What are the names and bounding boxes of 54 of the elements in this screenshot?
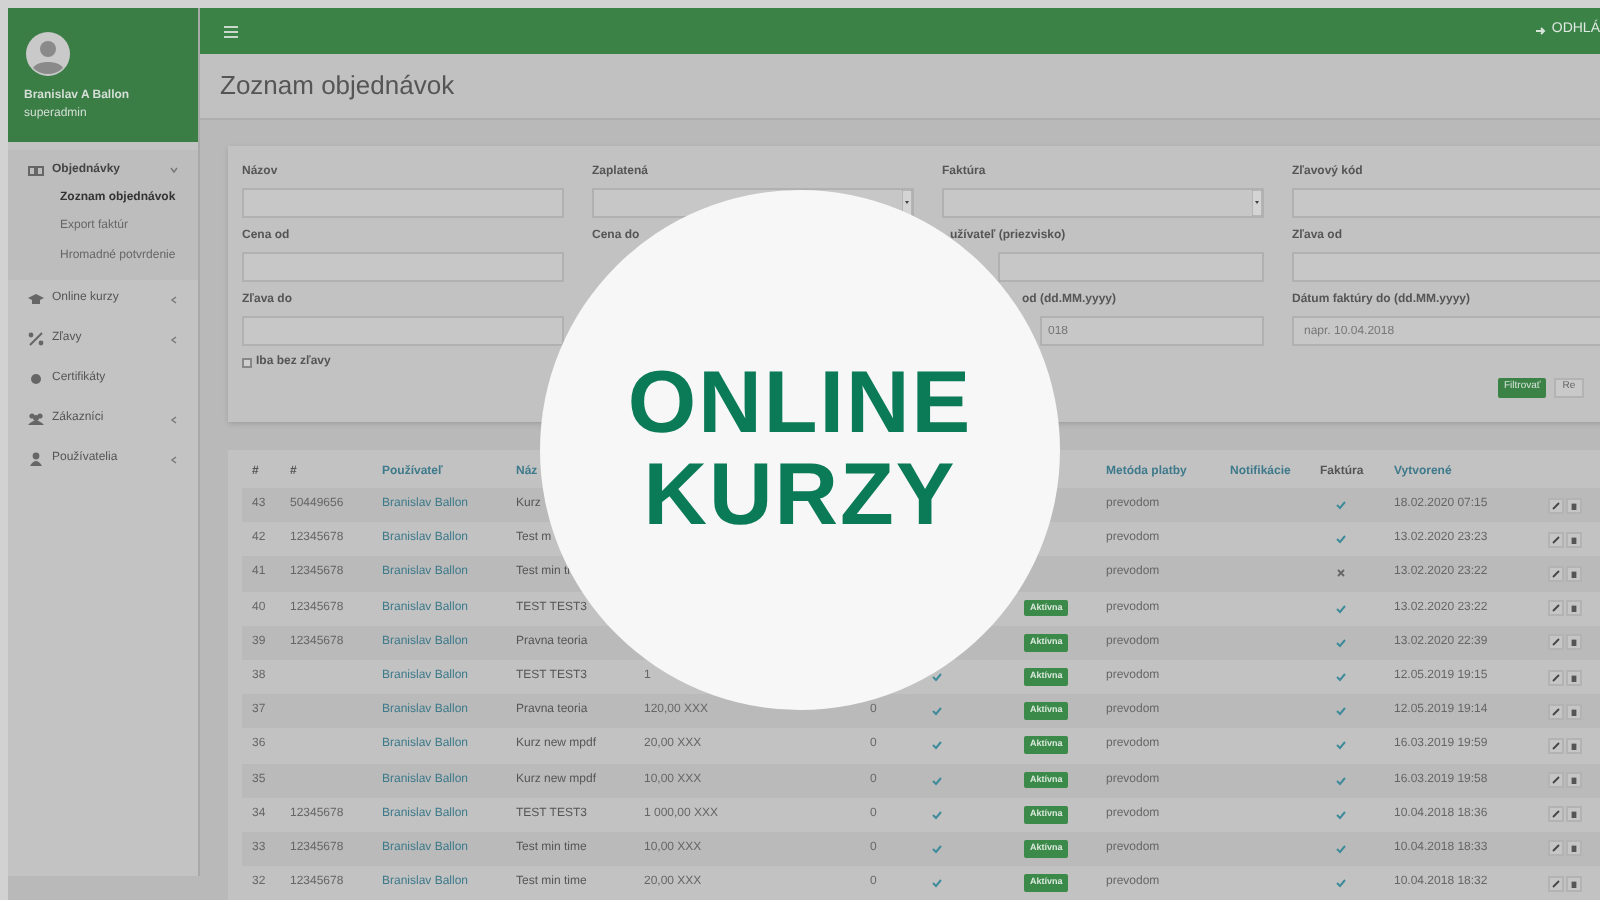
trash-icon	[1570, 638, 1578, 647]
edit-button[interactable]	[1548, 634, 1564, 651]
trash-icon	[1570, 535, 1578, 544]
trash-icon	[1570, 707, 1578, 716]
checkbox[interactable]	[242, 358, 252, 368]
pencil-icon	[1552, 638, 1560, 647]
trash-icon	[1570, 879, 1578, 888]
edit-button[interactable]	[1548, 565, 1564, 582]
pencil-icon	[1552, 879, 1560, 888]
trash-icon	[1570, 844, 1578, 853]
trash-icon	[1570, 501, 1578, 510]
trash-icon	[1570, 810, 1578, 819]
pencil-icon	[1552, 776, 1560, 785]
pencil-icon	[1552, 844, 1560, 853]
edit-button[interactable]	[1548, 531, 1564, 548]
avatar-icon	[26, 32, 70, 76]
pencil-icon	[1552, 707, 1560, 716]
input-field[interactable]	[242, 316, 564, 346]
overlay-heading: ONLINE	[627, 357, 973, 450]
pencil-icon	[1552, 673, 1560, 682]
logout-icon[interactable]	[1535, 26, 1546, 36]
delete-button[interactable]	[1566, 875, 1582, 892]
pencil-icon	[1552, 741, 1560, 750]
user-icon	[28, 452, 44, 466]
graduation-cap-icon	[28, 292, 44, 306]
edit-button[interactable]	[1548, 497, 1564, 514]
trash-icon	[1570, 569, 1578, 578]
menu-icon[interactable]	[224, 25, 238, 37]
edit-button[interactable]	[1548, 840, 1564, 857]
edit-button[interactable]	[1548, 875, 1564, 892]
dropdown-arrow-icon	[1252, 190, 1262, 216]
circle-icon	[28, 372, 44, 386]
columns-icon	[28, 163, 44, 177]
edit-button[interactable]	[1548, 737, 1564, 754]
overlay-heading: KURZY	[643, 450, 957, 543]
select-field[interactable]	[942, 188, 1264, 218]
percent-icon	[28, 332, 44, 346]
edit-button[interactable]	[1548, 703, 1564, 720]
trash-icon	[1570, 741, 1578, 750]
trash-icon	[1570, 604, 1578, 613]
group-icon	[28, 412, 44, 426]
pencil-icon	[1552, 604, 1560, 613]
edit-button[interactable]	[1548, 772, 1564, 789]
input-field[interactable]	[998, 252, 1264, 282]
pencil-icon	[1552, 501, 1560, 510]
trash-icon	[1570, 776, 1578, 785]
page-title: Zoznam objednávok	[220, 68, 455, 105]
trash-icon	[1570, 673, 1578, 682]
edit-button[interactable]	[1548, 600, 1564, 617]
edit-button[interactable]	[1548, 806, 1564, 823]
pencil-icon	[1552, 569, 1560, 578]
pencil-icon	[1552, 535, 1560, 544]
edit-button[interactable]	[1548, 669, 1564, 686]
pencil-icon	[1552, 810, 1560, 819]
